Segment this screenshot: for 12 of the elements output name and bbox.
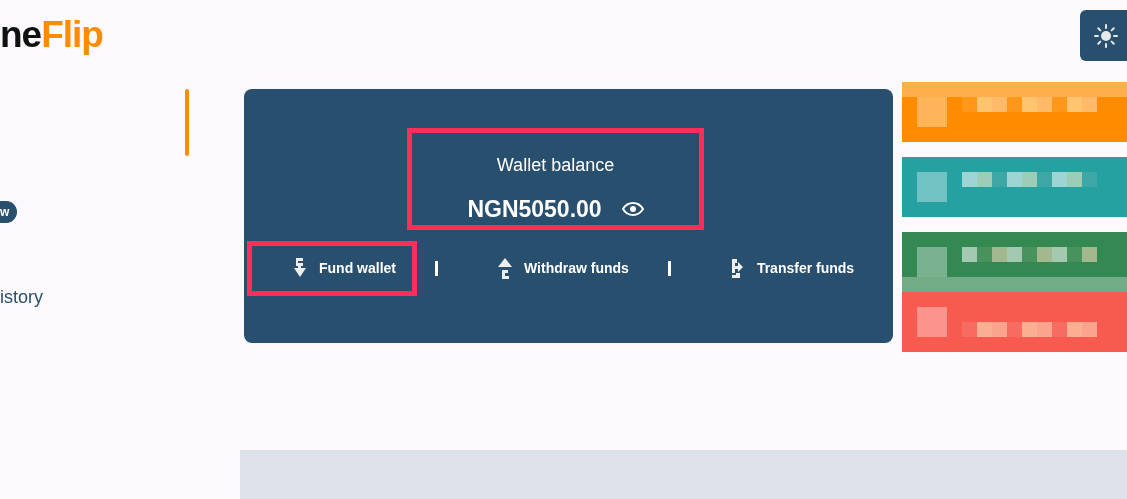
up-arrow-icon [495,257,515,280]
theme-toggle-button[interactable] [1080,10,1127,61]
balance-title: Wallet balance [496,154,615,176]
sidebar-item[interactable]: istory [0,286,43,308]
wallet-action-button[interactable]: Withdraw funds [452,240,650,296]
eye-icon[interactable] [621,202,644,217]
balance-amount: NGN5050.00 [467,195,602,223]
new-badge: w [0,200,18,223]
wallet-action-button[interactable]: Fund wallet [247,240,417,296]
wallet-action-button[interactable]: Transfer funds [684,240,876,296]
sun-icon [1093,22,1119,49]
logo: neFlip [0,14,103,56]
